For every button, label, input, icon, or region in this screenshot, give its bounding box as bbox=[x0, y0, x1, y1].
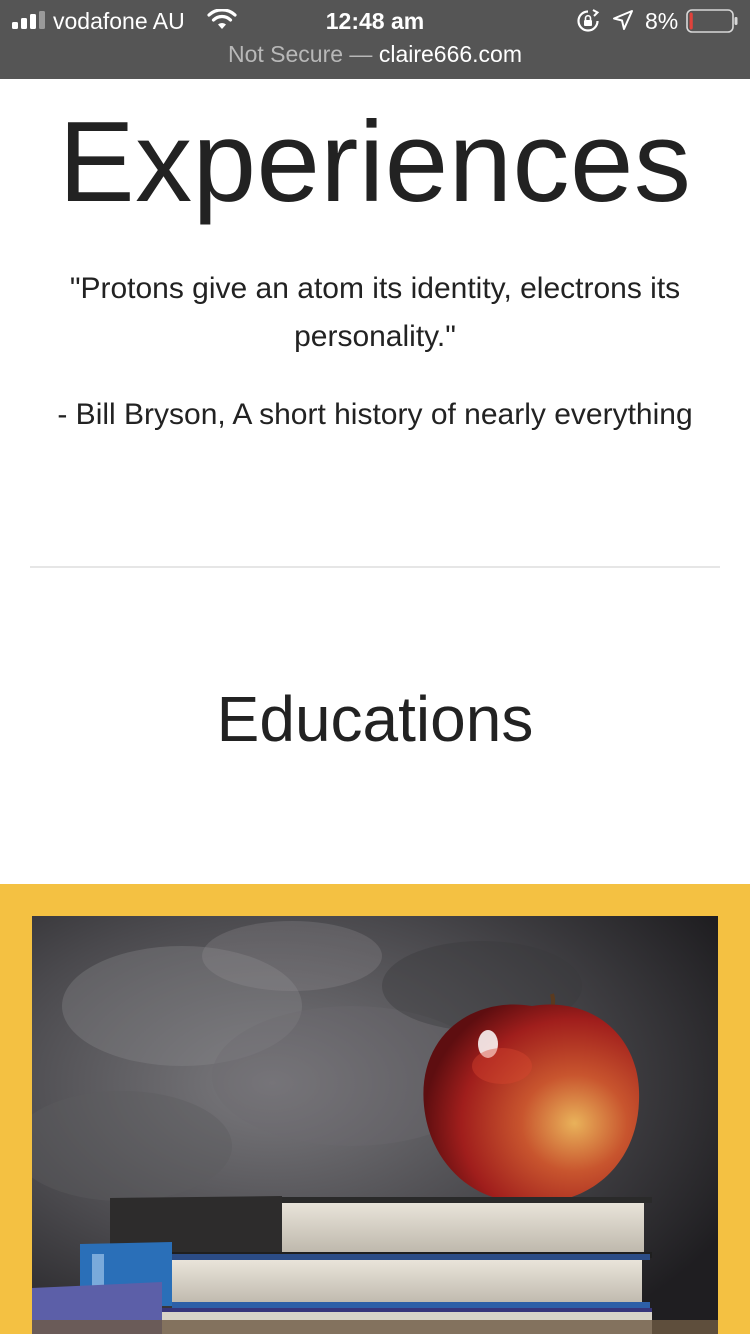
browser-top-bar: vodafone AU 12:48 am 8% Not Secure — cla… bbox=[0, 0, 750, 79]
education-card bbox=[0, 884, 750, 1334]
rotation-lock-icon bbox=[577, 9, 600, 32]
url-domain: claire666.com bbox=[378, 41, 523, 67]
quote-attribution: - Bill Bryson, A short history of nearly… bbox=[57, 398, 693, 431]
apple-on-books-image bbox=[32, 916, 718, 1334]
security-indicator: Not Secure — bbox=[227, 41, 373, 67]
section-title: Educations bbox=[216, 683, 534, 755]
section-divider bbox=[30, 566, 720, 568]
location-arrow-icon bbox=[613, 10, 633, 30]
battery-percentage: 8% bbox=[645, 8, 679, 34]
address-bar[interactable]: Not Secure — claire666.com bbox=[0, 40, 750, 68]
status-time: 12:48 am bbox=[325, 8, 425, 34]
battery-icon bbox=[686, 9, 738, 33]
quote-text: "Protons give an atom its identity, elec… bbox=[69, 272, 681, 353]
status-bar: vodafone AU 12:48 am 8% bbox=[0, 0, 750, 42]
page-title: Experiences bbox=[58, 99, 692, 226]
